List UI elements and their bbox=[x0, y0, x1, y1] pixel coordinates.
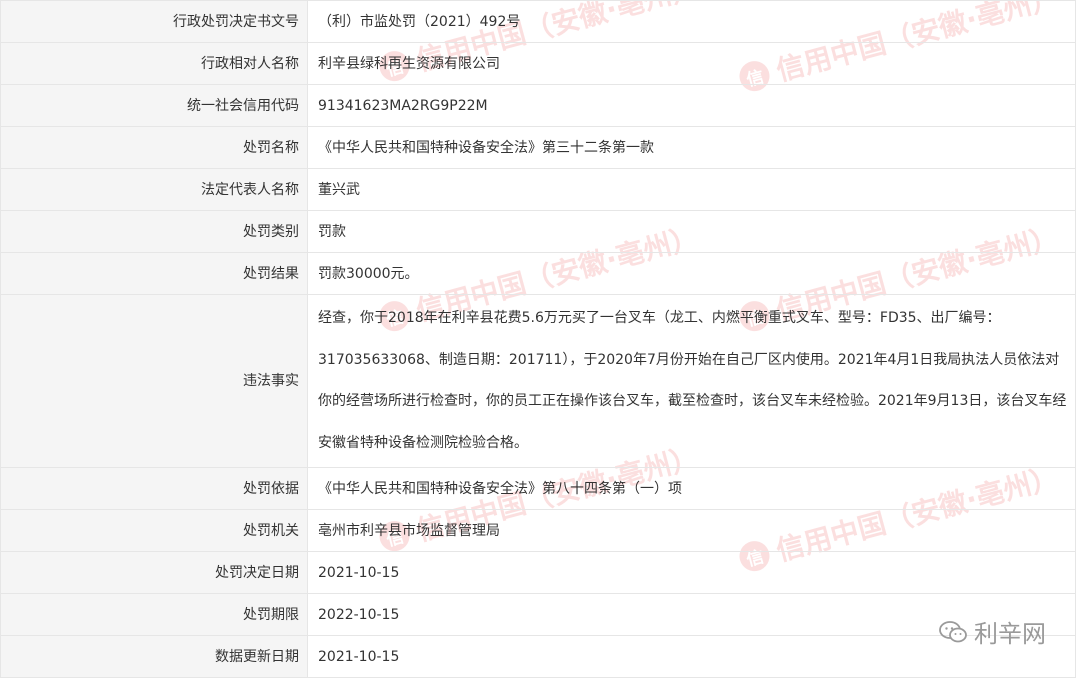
row-value: 董兴武 bbox=[307, 168, 1076, 211]
row-value: （利）市监处罚（2021）492号 bbox=[307, 0, 1076, 43]
row-label: 行政相对人名称 bbox=[0, 42, 308, 85]
row-value: 《中华人民共和国特种设备安全法》第八十四条第（一）项 bbox=[307, 467, 1076, 510]
footer-brand-name: 利辛网 bbox=[974, 620, 1046, 648]
row-label: 处罚类别 bbox=[0, 210, 308, 253]
table-row: 处罚类别 罚款 bbox=[0, 210, 1076, 253]
table-row: 数据更新日期 2021-10-15 bbox=[0, 635, 1076, 678]
footer-brand: 利辛网 bbox=[938, 614, 1046, 649]
table-row: 处罚期限 2022-10-15 bbox=[0, 593, 1076, 636]
row-label: 处罚决定日期 bbox=[0, 551, 308, 594]
table-row: 处罚结果 罚款30000元。 bbox=[0, 252, 1076, 295]
row-value-violation-facts: 经查，你于2018年在利辛县花费5.6万元买了一台叉车（龙工、内燃平衡重式叉车、… bbox=[307, 294, 1076, 468]
table-row: 违法事实 经查，你于2018年在利辛县花费5.6万元买了一台叉车（龙工、内燃平衡… bbox=[0, 294, 1076, 468]
row-label: 违法事实 bbox=[0, 294, 308, 468]
row-value: 罚款30000元。 bbox=[307, 252, 1076, 295]
row-label: 处罚名称 bbox=[0, 126, 308, 169]
row-label: 处罚依据 bbox=[0, 467, 308, 510]
wechat-icon bbox=[939, 620, 967, 642]
row-value: 亳州市利辛县市场监督管理局 bbox=[307, 509, 1076, 552]
row-value: 《中华人民共和国特种设备安全法》第三十二条第一款 bbox=[307, 126, 1076, 169]
table-row: 行政处罚决定书文号 （利）市监处罚（2021）492号 bbox=[0, 0, 1076, 43]
table-row: 处罚机关 亳州市利辛县市场监督管理局 bbox=[0, 509, 1076, 552]
table-row: 处罚名称 《中华人民共和国特种设备安全法》第三十二条第一款 bbox=[0, 126, 1076, 169]
row-label: 处罚结果 bbox=[0, 252, 308, 295]
row-label: 行政处罚决定书文号 bbox=[0, 0, 308, 43]
penalty-info-table: 行政处罚决定书文号 （利）市监处罚（2021）492号 行政相对人名称 利辛县绿… bbox=[0, 0, 1076, 678]
table-row: 处罚决定日期 2021-10-15 bbox=[0, 551, 1076, 594]
table-row: 行政相对人名称 利辛县绿科再生资源有限公司 bbox=[0, 42, 1076, 85]
table-row: 法定代表人名称 董兴武 bbox=[0, 168, 1076, 211]
row-label: 法定代表人名称 bbox=[0, 168, 308, 211]
row-value: 91341623MA2RG9P22M bbox=[307, 84, 1076, 127]
table-row: 统一社会信用代码 91341623MA2RG9P22M bbox=[0, 84, 1076, 127]
row-value: 利辛县绿科再生资源有限公司 bbox=[307, 42, 1076, 85]
row-label: 数据更新日期 bbox=[0, 635, 308, 678]
row-label: 统一社会信用代码 bbox=[0, 84, 308, 127]
table-row: 处罚依据 《中华人民共和国特种设备安全法》第八十四条第（一）项 bbox=[0, 467, 1076, 510]
row-label: 处罚期限 bbox=[0, 593, 308, 636]
row-value: 2021-10-15 bbox=[307, 551, 1076, 594]
row-value: 罚款 bbox=[307, 210, 1076, 253]
row-label: 处罚机关 bbox=[0, 509, 308, 552]
